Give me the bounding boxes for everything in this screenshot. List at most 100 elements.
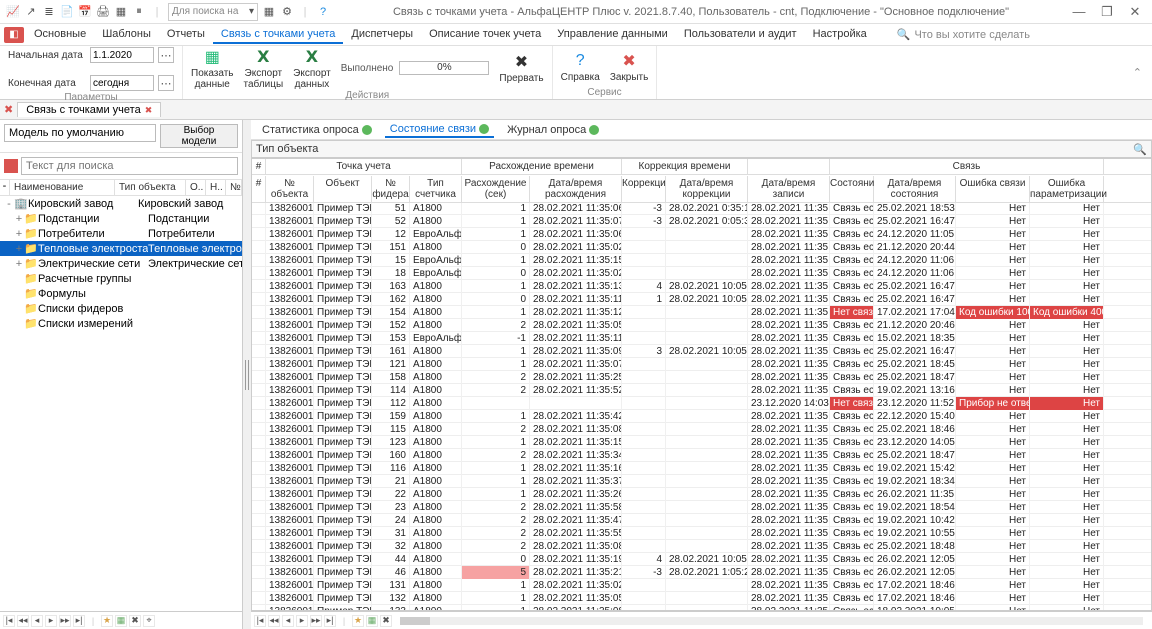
table-row[interactable]: 13826001Пример ТЭЦ31A1800228.02.2021 11:…	[252, 527, 1151, 540]
table-row[interactable]: 13826001Пример ТЭЦ123A1800128.02.2021 11…	[252, 436, 1151, 449]
maximize-button[interactable]: ❐	[1100, 5, 1114, 19]
splitter[interactable]	[243, 120, 251, 629]
object-tree[interactable]: -🏢Кировский заводКировский завод+📁Подста…	[0, 196, 242, 611]
menu-item[interactable]: Отчеты	[159, 26, 213, 44]
tree-row[interactable]: 📁Формулы	[0, 286, 242, 301]
group-header[interactable]: Расхождение времени	[462, 159, 622, 174]
data-grid[interactable]: #Точка учетаРасхождение времениКоррекция…	[251, 158, 1152, 611]
tree-row[interactable]: 📁Списки фидеров	[0, 301, 242, 316]
qa-icon[interactable]: 🖨	[96, 5, 110, 19]
col-header[interactable]: Дата/время коррекции	[666, 176, 748, 202]
table-row[interactable]: 13826001Пример ТЭЦ153ЕвроАльфа 1.1-128.0…	[252, 332, 1151, 345]
menu-item[interactable]: Описание точек учета	[421, 26, 549, 44]
nav-nextpage-icon[interactable]: ▸▸	[310, 615, 322, 627]
col-header[interactable]: Тип счетчика	[410, 176, 462, 202]
expand-header[interactable]: -	[0, 180, 10, 195]
table-row[interactable]: 13826001Пример ТЭЦ52A1800128.02.2021 11:…	[252, 215, 1151, 228]
table-row[interactable]: 13826001Пример ТЭЦ132A1800128.02.2021 11…	[252, 592, 1151, 605]
group-header[interactable]: Коррекция времени	[622, 159, 748, 174]
nav-btn[interactable]: ✖	[380, 615, 392, 627]
menu-item[interactable]: Связь с точками учета	[213, 26, 343, 44]
table-row[interactable]: 13826001Пример ТЭЦ18ЕвроАльфа 1.1028.02.…	[252, 267, 1151, 280]
table-row[interactable]: 13826001Пример ТЭЦ51A1800128.02.2021 11:…	[252, 202, 1151, 215]
nav-prevpage-icon[interactable]: ◂◂	[268, 615, 280, 627]
tree-row[interactable]: 📁Списки измерений	[0, 316, 242, 331]
table-row[interactable]: 13826001Пример ТЭЦ154A1800128.02.2021 11…	[252, 306, 1151, 319]
table-row[interactable]: 13826001Пример ТЭЦ22A1800128.02.2021 11:…	[252, 488, 1151, 501]
tree-search-input[interactable]	[21, 157, 238, 175]
end-date-input[interactable]	[90, 75, 154, 91]
table-row[interactable]: 13826001Пример ТЭЦ115A1800228.02.2021 11…	[252, 423, 1151, 436]
tree-row[interactable]: 📁Расчетные группы	[0, 271, 242, 286]
start-date-input[interactable]	[90, 47, 154, 63]
col-header[interactable]: Дата/время расхождения	[530, 176, 622, 202]
nav-last-icon[interactable]: ▸|	[324, 615, 336, 627]
col-header[interactable]: Объект	[314, 176, 372, 202]
menu-item[interactable]: Диспетчеры	[343, 26, 421, 44]
show-data-button[interactable]: ▦Показать данные	[191, 46, 234, 90]
export-data-button[interactable]: 𝗫Экспорт данных	[293, 46, 331, 90]
qa-icon[interactable]: 📄	[60, 5, 74, 19]
col-header[interactable]: Дата/время состояния	[874, 176, 956, 202]
table-row[interactable]: 13826001Пример ТЭЦ151A1800028.02.2021 11…	[252, 241, 1151, 254]
col-header[interactable]: Состояние	[830, 176, 874, 202]
table-row[interactable]: 13826001Пример ТЭЦ23A1800228.02.2021 11:…	[252, 501, 1151, 514]
menu-item[interactable]: Настройка	[805, 26, 875, 44]
col-header[interactable]: Дата/время записи	[748, 176, 830, 202]
group-header[interactable]: Точка учета	[266, 159, 462, 174]
tree-row[interactable]: +📁ПодстанцииПодстанции	[0, 211, 242, 226]
col-header[interactable]: №	[226, 180, 242, 195]
minimize-button[interactable]: —	[1072, 5, 1086, 19]
col-header[interactable]: Тип объекта	[115, 180, 186, 195]
export-excel-button[interactable]: 𝗫Экспорт таблицы	[244, 46, 284, 90]
close-button[interactable]: ✕	[1128, 5, 1142, 19]
app-badge[interactable]: ◧	[4, 27, 24, 43]
tree-row[interactable]: +📁ПотребителиПотребители	[0, 226, 242, 241]
menu-item[interactable]: Пользователи и аудит	[676, 26, 805, 44]
nav-btn[interactable]: ⌖	[143, 615, 155, 627]
status-tab[interactable]: Состояние связи	[385, 122, 494, 138]
nav-last-icon[interactable]: ▸|	[73, 615, 85, 627]
table-row[interactable]: 13826001Пример ТЭЦ131A1800128.02.2021 11…	[252, 579, 1151, 592]
col-header[interactable]: О..	[186, 180, 206, 195]
table-row[interactable]: 13826001Пример ТЭЦ121A1800128.02.2021 11…	[252, 358, 1151, 371]
qa-icon[interactable]: ↗	[24, 5, 38, 19]
status-tab[interactable]: Журнал опроса	[502, 123, 604, 137]
table-row[interactable]: 13826001Пример ТЭЦ159A1800128.02.2021 11…	[252, 410, 1151, 423]
table-row[interactable]: 13826001Пример ТЭЦ114A1800228.02.2021 11…	[252, 384, 1151, 397]
table-row[interactable]: 13826001Пример ТЭЦ162A1800028.02.2021 11…	[252, 293, 1151, 306]
nav-btn[interactable]: ★	[352, 615, 364, 627]
clear-search-icon[interactable]	[4, 159, 18, 173]
nav-prev-icon[interactable]: ◂	[282, 615, 294, 627]
nav-btn[interactable]: ★	[101, 615, 113, 627]
col-header[interactable]: Н..	[206, 180, 226, 195]
menu-item[interactable]: Основные	[26, 26, 94, 44]
group-header[interactable]	[748, 159, 830, 174]
qa-icon[interactable]: ▦	[114, 5, 128, 19]
choose-model-button[interactable]: Выбор модели	[160, 124, 238, 148]
table-row[interactable]: 13826001Пример ТЭЦ44A1800028.02.2021 11:…	[252, 553, 1151, 566]
doc-tab[interactable]: Связь с точками учета ✖	[17, 102, 161, 117]
table-row[interactable]: 13826001Пример ТЭЦ12ЕвроАльфа 1.1128.02.…	[252, 228, 1151, 241]
table-row[interactable]: 13826001Пример ТЭЦ32A1800228.02.2021 11:…	[252, 540, 1151, 553]
close-button[interactable]: ✖Закрыть	[610, 50, 649, 84]
col-header[interactable]: Ошибка связи	[956, 176, 1030, 202]
group-header[interactable]: Связь	[830, 159, 1104, 174]
table-row[interactable]: 13826001Пример ТЭЦ21A1800128.02.2021 11:…	[252, 475, 1151, 488]
stop-button[interactable]: ✖Прервать	[499, 51, 543, 85]
table-row[interactable]: 13826001Пример ТЭЦ116A1800128.02.2021 11…	[252, 462, 1151, 475]
table-row[interactable]: 13826001Пример ТЭЦ15ЕвроАльфа 1.1128.02.…	[252, 254, 1151, 267]
help-icon[interactable]: ?	[316, 5, 330, 19]
dropdown-icon[interactable]: ⋯	[158, 75, 174, 91]
nav-btn[interactable]: ▦	[115, 615, 127, 627]
menu-item[interactable]: Шаблоны	[94, 26, 159, 44]
nav-next-icon[interactable]: ▸	[45, 615, 57, 627]
gear-icon[interactable]: ⚙	[280, 5, 294, 19]
collapse-ribbon-icon[interactable]: ⌃	[1123, 62, 1152, 83]
nav-prev-icon[interactable]: ◂	[31, 615, 43, 627]
tree-row[interactable]: -🏢Кировский заводКировский завод	[0, 196, 242, 211]
qa-icon[interactable]: ≣	[42, 5, 56, 19]
close-tab-icon[interactable]: ✖	[145, 105, 153, 116]
help-button[interactable]: ?Справка	[561, 50, 600, 84]
nav-nextpage-icon[interactable]: ▸▸	[59, 615, 71, 627]
